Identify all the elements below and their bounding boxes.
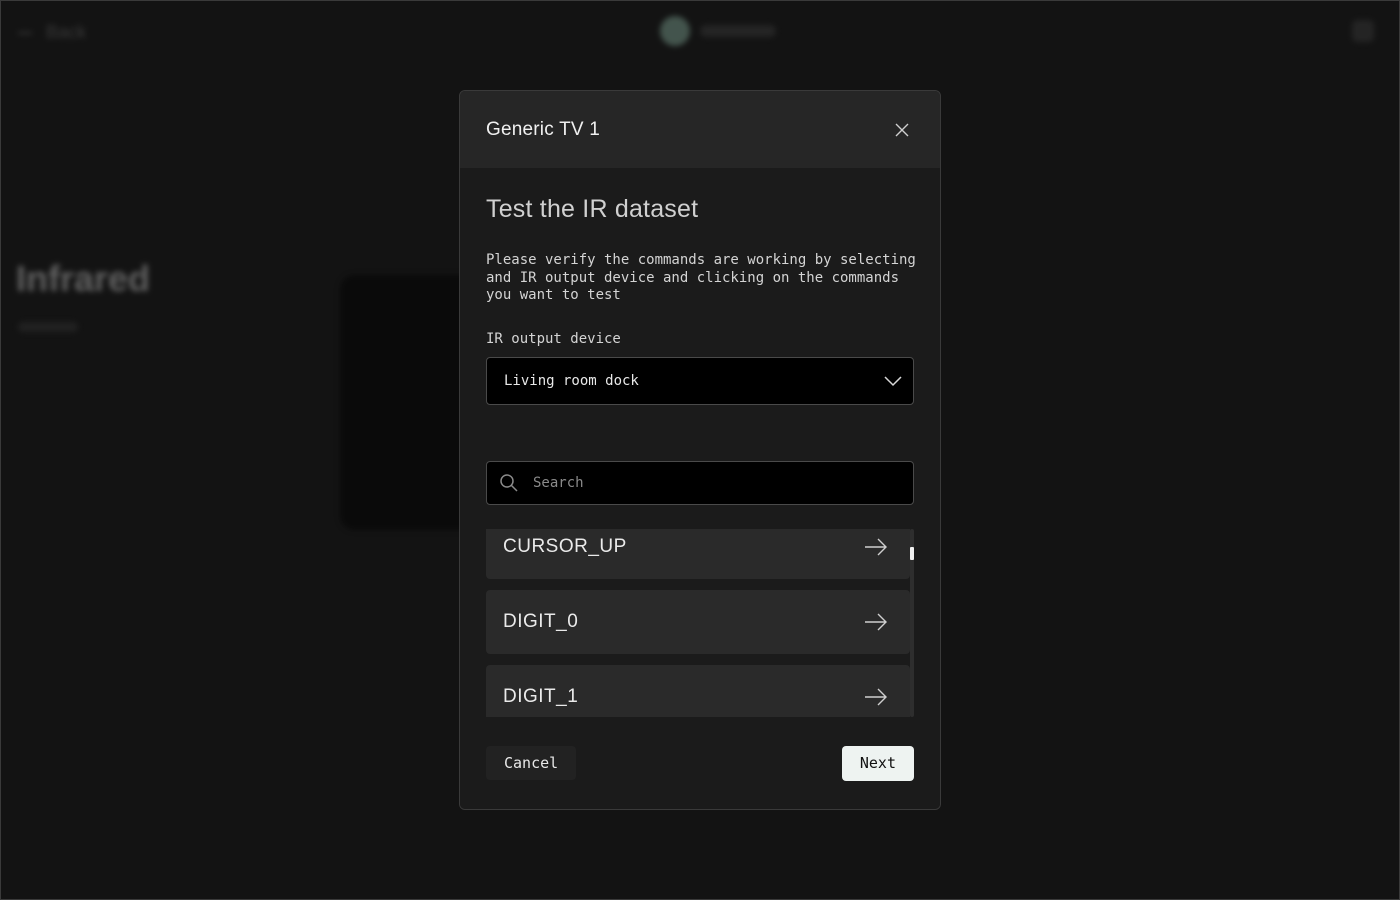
arrow-right-icon	[865, 538, 887, 556]
ir-output-device-select[interactable]: Living room dock	[486, 356, 914, 405]
dialog-header: Generic TV 1	[460, 91, 940, 168]
close-button[interactable]	[890, 118, 914, 142]
close-icon	[895, 123, 909, 136]
command-item[interactable]: DIGIT_0	[486, 590, 910, 654]
command-list-scrollbar[interactable]	[910, 529, 914, 717]
arrow-right-icon	[865, 613, 887, 631]
command-label: CURSOR_UP	[503, 536, 627, 557]
command-label: DIGIT_1	[503, 686, 579, 707]
dialog-body: Test the IR dataset Please verify the co…	[460, 195, 940, 505]
chevron-down-icon	[884, 375, 902, 386]
ir-test-dialog: Generic TV 1 Test the IR dataset Please …	[459, 90, 941, 810]
section-heading: Test the IR dataset	[486, 195, 699, 223]
command-item[interactable]: CURSOR_UP	[486, 529, 910, 579]
dialog-footer: Cancel Next	[460, 717, 940, 809]
command-search[interactable]	[486, 460, 914, 505]
ir-output-label: IR output device	[486, 330, 621, 347]
ir-output-selected-value: Living room dock	[504, 372, 639, 389]
cancel-button[interactable]: Cancel	[486, 746, 577, 780]
arrow-right-icon	[865, 688, 887, 706]
next-button[interactable]: Next	[841, 745, 914, 781]
search-input[interactable]	[531, 473, 875, 492]
dialog-title: Generic TV 1	[486, 118, 600, 140]
command-item[interactable]: DIGIT_1	[486, 665, 910, 717]
instructions-text: Please verify the commands are working b…	[486, 252, 916, 303]
command-label: DIGIT_0	[503, 611, 579, 632]
search-icon	[500, 473, 518, 492]
command-list: CURSOR_UP DIGIT_0 DIGIT_1	[486, 529, 916, 717]
scrollbar-thumb[interactable]	[910, 547, 914, 560]
